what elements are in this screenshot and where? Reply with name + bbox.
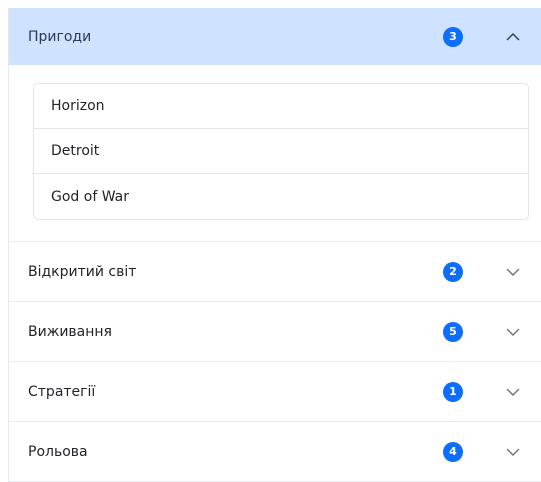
chevron-up-icon: [505, 29, 521, 45]
accordion-header-strategy[interactable]: Стратегії 1: [9, 362, 541, 422]
list-item[interactable]: Horizon: [34, 84, 528, 129]
accordion-header-open-world[interactable]: Відкритий світ 2: [9, 242, 541, 302]
accordion-body: Horizon Detroit God of War: [9, 65, 541, 242]
count-badge: 5: [443, 321, 463, 342]
accordion-title: Відкритий світ: [28, 263, 137, 280]
chevron-down-icon: [505, 444, 521, 460]
count-badge: 1: [443, 381, 463, 402]
accordion-title: Пригоди: [28, 28, 92, 45]
list-item[interactable]: Detroit: [34, 129, 528, 174]
count-badge: 2: [443, 261, 463, 282]
accordion-title: Виживання: [28, 323, 112, 340]
chevron-down-icon: [505, 324, 521, 340]
accordion: Пригоди 3 Horizon Detroit God of War Від…: [8, 8, 541, 482]
accordion-header-survival[interactable]: Виживання 5: [9, 302, 541, 362]
accordion-header-adventures[interactable]: Пригоди 3: [9, 8, 541, 65]
list-item[interactable]: God of War: [34, 174, 528, 219]
accordion-title: Рольова: [28, 443, 88, 460]
accordion-title: Стратегії: [28, 383, 96, 400]
count-badge: 3: [443, 26, 463, 47]
chevron-down-icon: [505, 384, 521, 400]
game-list: Horizon Detroit God of War: [33, 83, 529, 220]
accordion-header-rpg[interactable]: Рольова 4: [9, 422, 541, 482]
count-badge: 4: [443, 441, 463, 462]
chevron-down-icon: [505, 264, 521, 280]
